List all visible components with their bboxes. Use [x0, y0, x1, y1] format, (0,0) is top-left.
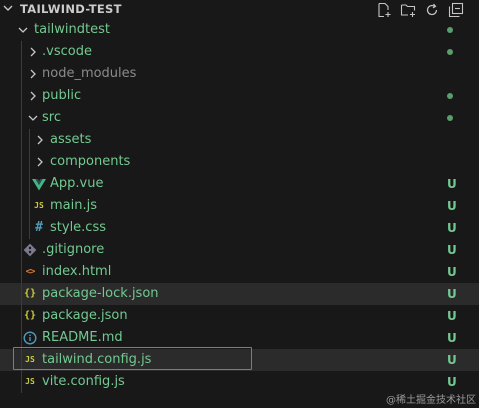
indent-guide — [21, 151, 22, 173]
highlight-box — [13, 347, 252, 370]
tree-file-row[interactable]: {} package.json U — [0, 305, 479, 327]
indent-guide — [29, 217, 30, 239]
tree-item-label: App.vue — [50, 176, 104, 191]
tree-folder-row[interactable]: public — [0, 85, 479, 107]
git-status-badge: U — [447, 331, 457, 345]
git-icon — [22, 242, 38, 258]
indent-guide — [21, 217, 22, 239]
explorer-actions — [376, 2, 464, 18]
indent-guide — [21, 63, 22, 85]
git-status-badge: U — [447, 375, 457, 389]
chevron-right-icon[interactable] — [26, 45, 40, 59]
tree-folder-row[interactable]: assets — [0, 129, 479, 151]
tree-item-label: .vscode — [42, 44, 92, 59]
tree-file-row[interactable]: App.vue U — [0, 173, 479, 195]
git-status-badge: U — [447, 199, 457, 213]
chevron-right-icon[interactable] — [33, 155, 47, 169]
json-icon: {} — [23, 310, 37, 321]
indent-guide — [21, 107, 22, 129]
chevron-down-icon[interactable] — [1, 1, 15, 15]
indent-guide — [21, 85, 22, 107]
git-status-badge: U — [447, 177, 457, 191]
new-folder-icon[interactable] — [400, 2, 416, 18]
tree-item-label: assets — [50, 132, 92, 147]
tree-file-row[interactable]: # style.css U — [0, 217, 479, 239]
css-icon: # — [35, 220, 43, 235]
refresh-icon[interactable] — [424, 2, 440, 18]
explorer-panel: TAILWIND-TEST tailwindtest .vscode node_mo… — [0, 0, 479, 408]
tree-item-label: package-lock.json — [42, 286, 159, 301]
indent-guide — [29, 151, 30, 173]
js-icon: JS — [25, 377, 35, 386]
chevron-down-icon[interactable] — [26, 111, 40, 125]
tree-item-label: index.html — [42, 264, 112, 279]
tree-item-label: node_modules — [42, 66, 137, 81]
git-status-badge: U — [447, 309, 457, 323]
git-status-badge: U — [447, 287, 457, 301]
tree-item-label: .gitignore — [42, 242, 105, 257]
chevron-right-icon[interactable] — [26, 67, 40, 81]
tree-file-row[interactable]: JS vite.config.js U — [0, 371, 479, 393]
git-modified-dot — [447, 49, 453, 55]
tree-item-label: main.js — [50, 198, 97, 213]
tree-file-row[interactable]: .gitignore U — [0, 239, 479, 261]
js-icon: JS — [34, 201, 44, 210]
indent-guide — [29, 173, 30, 195]
git-modified-dot — [447, 27, 453, 33]
git-status-badge: U — [447, 353, 457, 367]
indent-guide — [29, 129, 30, 151]
tree-file-row[interactable]: JS main.js U — [0, 195, 479, 217]
tree-item-label: tailwindtest — [34, 22, 110, 37]
collapse-all-icon[interactable] — [448, 2, 464, 18]
git-modified-dot — [447, 115, 453, 121]
indent-guide — [21, 173, 22, 195]
tree-folder-row[interactable]: node_modules — [0, 63, 479, 85]
git-modified-dot — [447, 93, 453, 99]
new-file-icon[interactable] — [376, 2, 392, 18]
tree-item-label: components — [50, 154, 131, 169]
chevron-right-icon[interactable] — [26, 89, 40, 103]
tree-folder-row[interactable]: .vscode — [0, 41, 479, 63]
tree-folder-row[interactable]: tailwindtest — [0, 19, 479, 41]
tree-folder-row[interactable]: src — [0, 107, 479, 129]
indent-guide — [21, 41, 22, 63]
tree-item-label: vite.config.js — [42, 374, 125, 389]
explorer-title: TAILWIND-TEST — [20, 2, 122, 16]
tree-file-row[interactable]: README.md U — [0, 327, 479, 349]
git-status-badge: U — [447, 221, 457, 235]
tree-item-label: style.css — [50, 220, 106, 235]
tree-folder-row[interactable]: components — [0, 151, 479, 173]
json-icon: {} — [23, 288, 37, 299]
git-status-badge: U — [447, 243, 457, 257]
indent-guide — [21, 129, 22, 151]
tree-file-row[interactable]: <> index.html U — [0, 261, 479, 283]
indent-guide — [21, 195, 22, 217]
tree-file-row[interactable]: {} package-lock.json U — [0, 283, 479, 305]
tree-item-label: package.json — [42, 308, 128, 323]
git-status-badge: U — [447, 265, 457, 279]
watermark: @稀土掘金技术社区 — [386, 395, 476, 406]
chevron-right-icon[interactable] — [33, 133, 47, 147]
info-icon — [22, 330, 38, 346]
chevron-down-icon[interactable] — [16, 23, 30, 37]
tree-item-label: README.md — [42, 330, 123, 345]
vue-icon — [31, 176, 47, 192]
tree-item-label: src — [42, 110, 61, 125]
html-icon: <> — [25, 267, 36, 277]
indent-guide — [29, 195, 30, 217]
tree-item-label: public — [42, 88, 82, 103]
